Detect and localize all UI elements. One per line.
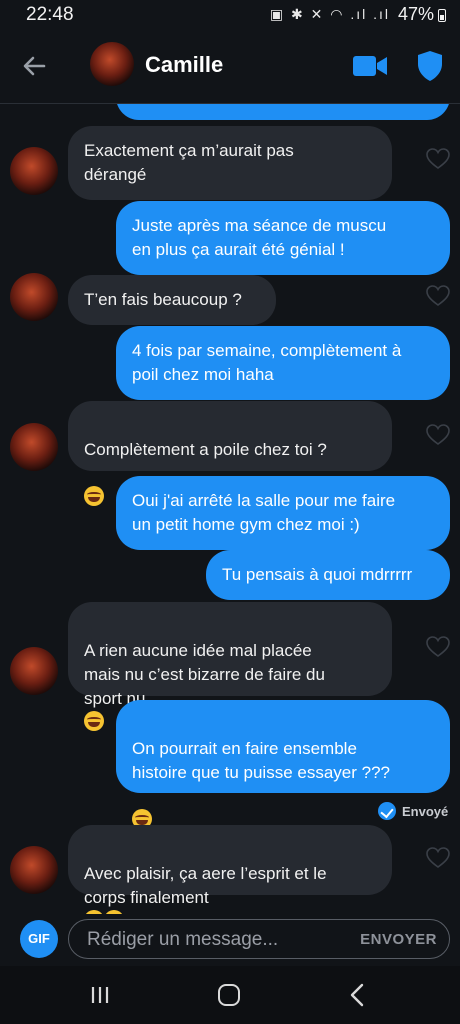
heart-icon[interactable] xyxy=(426,285,450,307)
video-call-icon[interactable] xyxy=(352,54,388,78)
laughing-emoji-icon xyxy=(84,486,104,506)
chat-header: Camille xyxy=(0,30,460,104)
message-bubble-outgoing[interactable]: Juste après ma séance de muscu en plus ç… xyxy=(116,201,450,275)
back-nav-icon[interactable] xyxy=(348,983,366,1007)
recent-apps-icon[interactable] xyxy=(90,986,110,1004)
message-bubble-outgoing[interactable]: Tu pensais à quoi mdrrrrr xyxy=(206,550,450,600)
message-bubble-incoming[interactable]: Exactement ça m’aurait pas dérangé xyxy=(68,126,392,200)
heart-icon[interactable] xyxy=(426,847,450,869)
sent-status: Envoyé xyxy=(378,802,448,820)
send-button[interactable]: ENVOYER xyxy=(360,931,437,948)
message-list[interactable]: Exactement ça m’aurait pas dérangé Juste… xyxy=(0,104,460,914)
message-bubble-outgoing[interactable]: Oui j'ai arrêté la salle pour me faire u… xyxy=(116,476,450,550)
contact-avatar xyxy=(10,273,58,321)
status-icons: ▣ ✱ ✕ ◠ .ıl .ıl xyxy=(269,6,390,22)
message-input[interactable]: Rédiger un message... ENVOYER xyxy=(68,919,450,959)
message-input-placeholder: Rédiger un message... xyxy=(87,929,279,950)
battery-percent: 47% xyxy=(397,4,434,24)
message-bubble-incoming[interactable]: A rien aucune idée mal placée mais nu c’… xyxy=(68,602,392,731)
home-icon[interactable] xyxy=(218,984,240,1006)
message-bubble-incoming[interactable]: Complètement a poile chez toi ? xyxy=(68,401,392,506)
contact-avatar xyxy=(10,147,58,195)
contact-avatar xyxy=(10,846,58,894)
back-arrow-icon[interactable] xyxy=(20,52,48,80)
laughing-emoji-icon xyxy=(84,711,104,731)
system-nav-bar xyxy=(0,966,460,1024)
sent-check-icon xyxy=(378,802,396,820)
battery-icon xyxy=(438,9,446,22)
message-bubble-outgoing[interactable]: On pourrait en faire ensemble histoire q… xyxy=(116,700,450,829)
message-bubble-outgoing[interactable] xyxy=(116,104,450,120)
heart-icon[interactable] xyxy=(426,636,450,658)
message-bubble-incoming[interactable]: T’en fais beaucoup ? xyxy=(68,275,276,325)
message-bubble-outgoing[interactable]: 4 fois par semaine, complètement à poil … xyxy=(116,326,450,400)
message-bubble-incoming[interactable]: Avec plaisir, ça aere l’esprit et le cor… xyxy=(68,825,392,914)
shield-icon[interactable] xyxy=(416,50,444,82)
heart-icon[interactable] xyxy=(426,424,450,446)
message-text: Complètement a poile chez toi ? xyxy=(84,440,327,459)
contact-avatar xyxy=(10,423,58,471)
gif-button[interactable]: GIF xyxy=(20,920,58,958)
message-text: On pourrait en faire ensemble histoire q… xyxy=(132,739,390,782)
heart-icon[interactable] xyxy=(426,148,450,170)
contact-avatar[interactable] xyxy=(90,42,134,86)
message-text: Avec plaisir, ça aere l’esprit et le cor… xyxy=(84,864,327,907)
contact-avatar xyxy=(10,647,58,695)
contact-name[interactable]: Camille xyxy=(145,52,223,78)
status-bar: 22:48 ▣ ✱ ✕ ◠ .ıl .ıl 47% xyxy=(0,0,460,30)
status-time: 22:48 xyxy=(26,4,74,25)
composer: GIF Rédiger un message... ENVOYER xyxy=(0,914,460,966)
sent-status-label: Envoyé xyxy=(402,804,449,819)
message-text: A rien aucune idée mal placée mais nu c’… xyxy=(84,641,325,708)
